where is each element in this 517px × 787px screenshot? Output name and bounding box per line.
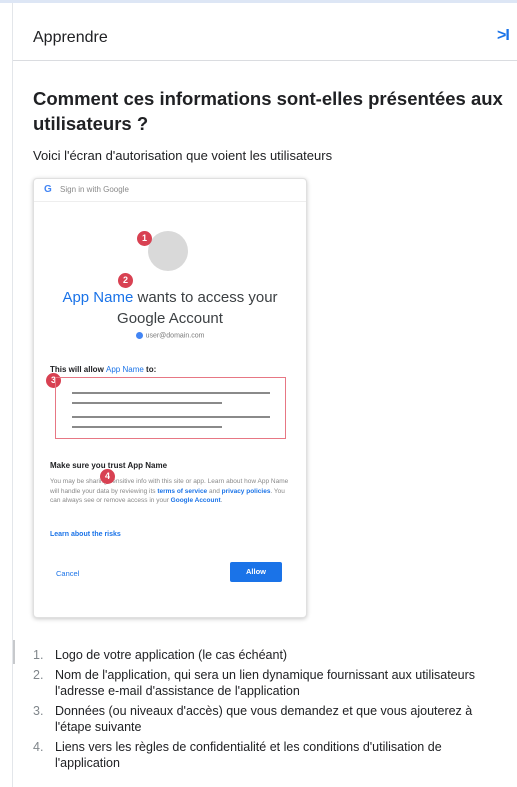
- learn-risks-link[interactable]: Learn about the risks: [50, 531, 121, 538]
- step-number: 1.: [33, 648, 44, 662]
- google-logo-icon: G: [44, 184, 52, 195]
- step-text: Logo de votre application (le cas échéan…: [55, 648, 288, 662]
- allow-app-name: App Name: [106, 365, 144, 374]
- consent-title: App Name wants to access your Google Acc…: [34, 287, 306, 329]
- consent-screen-illustration: G Sign in with Google 1 2 App Name wants…: [33, 178, 307, 618]
- panel-header: Apprendre >I: [13, 3, 517, 61]
- trust-text-3: .: [220, 497, 223, 504]
- consent-title-rest: wants to access your: [133, 289, 278, 306]
- scope-line: [72, 392, 270, 394]
- consent-title-line2: Google Account: [117, 310, 223, 327]
- list-item: 4. Liens vers les règles de confidential…: [33, 739, 505, 771]
- scroll-indicator[interactable]: [13, 640, 15, 664]
- step-text: Liens vers les règles de confidentialité…: [55, 740, 442, 770]
- allow-suffix: to:: [143, 365, 157, 374]
- privacy-policies-link[interactable]: privacy policies: [222, 488, 271, 495]
- cancel-button[interactable]: Cancel: [56, 569, 79, 578]
- account-email: user@domain.com: [145, 332, 205, 340]
- consent-title-app-name: App Name: [62, 289, 134, 306]
- allow-button[interactable]: Allow: [230, 562, 282, 582]
- callout-badge-4: 4: [100, 469, 115, 484]
- list-item: 3. Données (ou niveaux d'accès) que vous…: [33, 703, 505, 735]
- panel-title: Apprendre: [33, 29, 108, 46]
- trust-body: You may be sharing sensitive info with t…: [50, 477, 290, 506]
- section-heading: Comment ces informations sont-elles prés…: [33, 88, 503, 134]
- allow-intro-line: This will allow App Name to:: [50, 365, 156, 374]
- callout-badge-1: 1: [137, 231, 152, 246]
- scopes-highlight-box: [55, 377, 286, 439]
- steps-list: 1. Logo de votre application (le cas éch…: [33, 647, 505, 775]
- account-chip: user@domain.com: [34, 332, 306, 339]
- scope-line: [72, 402, 222, 404]
- callout-badge-2: 2: [118, 273, 133, 288]
- step-number: 2.: [33, 668, 44, 682]
- step-number: 4.: [33, 740, 44, 754]
- collapse-panel-icon[interactable]: >I: [497, 27, 510, 45]
- step-text: Nom de l'application, qui sera un lien d…: [55, 668, 475, 698]
- list-item: 1. Logo de votre application (le cas éch…: [33, 647, 505, 663]
- trust-and-text: and: [207, 487, 222, 495]
- consent-header: G Sign in with Google: [34, 179, 306, 202]
- scope-line: [72, 426, 222, 428]
- terms-of-service-link[interactable]: terms of service: [157, 488, 207, 495]
- scope-line: [72, 416, 270, 418]
- google-account-link[interactable]: Google Account: [171, 497, 221, 504]
- signin-label: Sign in with Google: [60, 185, 129, 194]
- step-text: Données (ou niveaux d'accès) que vous de…: [55, 704, 473, 734]
- account-avatar-icon: [135, 332, 143, 339]
- app-logo-placeholder: [148, 231, 188, 271]
- panel-divider: [12, 3, 13, 787]
- list-item: 2. Nom de l'application, qui sera un lie…: [33, 667, 505, 699]
- section-intro: Voici l'écran d'autorisation que voient …: [33, 148, 333, 163]
- allow-intro-text: This will allow: [50, 365, 107, 374]
- step-number: 3.: [33, 704, 44, 718]
